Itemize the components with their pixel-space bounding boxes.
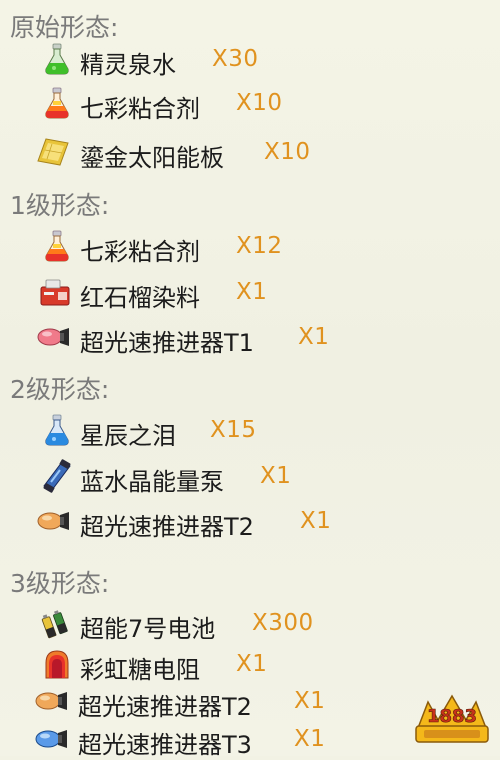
list-item: 星辰之泪 X15: [0, 411, 500, 451]
1883-logo-icon: 1883: [410, 690, 494, 752]
item-name: 七彩粘合剂: [80, 238, 200, 266]
item-name: 蓝水晶能量泵: [80, 468, 224, 496]
rainbow-potion-flask-icon: [40, 229, 74, 263]
item-quantity: X1: [294, 688, 326, 714]
recipe-panel: 原始形态: 精灵泉水 X30 七彩粘合剂 X10 鎏金太阳能板 X10 1级形态…: [0, 0, 500, 759]
item-name: 超光速推进器T3: [78, 731, 252, 759]
list-item: 红石榴染料 X1: [0, 273, 500, 313]
item-quantity: X1: [236, 279, 268, 305]
list-item: 蓝水晶能量泵 X1: [0, 457, 500, 497]
item-name: 超光速推进器T2: [80, 513, 254, 541]
item-quantity: X300: [252, 610, 314, 636]
item-quantity: X10: [236, 90, 283, 116]
list-item: 七彩粘合剂 X12: [0, 227, 500, 267]
rainbow-resistor-icon: [40, 647, 74, 681]
list-item: 超光速推进器T2 X1: [0, 502, 500, 542]
item-quantity: X1: [260, 463, 292, 489]
tier-header-level-3: 3级形态:: [10, 569, 110, 598]
green-potion-flask-icon: [40, 42, 74, 76]
blue-thruster-icon: [34, 722, 68, 756]
item-name: 彩虹糖电阻: [80, 656, 200, 684]
tier-header-level-1: 1级形态:: [10, 191, 110, 220]
item-quantity: X1: [236, 651, 268, 677]
item-name: 超光速推进器T1: [80, 329, 254, 357]
rainbow-potion-flask-icon: [40, 86, 74, 120]
tier-header-base: 原始形态:: [10, 13, 119, 42]
orange-thruster-icon: [36, 504, 70, 538]
red-dye-box-icon: [38, 275, 72, 309]
list-item: 鎏金太阳能板 X10: [0, 133, 500, 173]
list-item: 彩虹糖电阻 X1: [0, 645, 500, 685]
item-quantity: X15: [210, 417, 257, 443]
item-name: 七彩粘合剂: [80, 95, 200, 123]
item-quantity: X12: [236, 233, 283, 259]
list-item: 精灵泉水 X30: [0, 40, 500, 80]
item-name: 鎏金太阳能板: [80, 144, 224, 172]
item-quantity: X1: [300, 508, 332, 534]
blue-potion-flask-icon: [40, 413, 74, 447]
pink-thruster-icon: [36, 320, 70, 354]
item-name: 红石榴染料: [80, 284, 200, 312]
list-item: 七彩粘合剂 X10: [0, 84, 500, 124]
orange-thruster-icon: [34, 684, 68, 718]
list-item: 超能7号电池 X300: [0, 604, 500, 644]
list-item: 超光速推进器T1 X1: [0, 318, 500, 358]
item-quantity: X30: [212, 46, 259, 72]
item-name: 超能7号电池: [80, 615, 216, 643]
item-quantity: X1: [298, 324, 330, 350]
tier-header-level-2: 2级形态:: [10, 375, 110, 404]
item-name: 超光速推进器T2: [78, 693, 252, 721]
gold-solar-panel-icon: [36, 135, 70, 169]
svg-text:1883: 1883: [427, 706, 477, 727]
blue-crystal-pump-icon: [40, 459, 74, 493]
item-name: 星辰之泪: [80, 422, 176, 450]
item-name: 精灵泉水: [80, 51, 176, 79]
battery-icon: [38, 606, 72, 640]
item-quantity: X1: [294, 726, 326, 752]
item-quantity: X10: [264, 139, 311, 165]
